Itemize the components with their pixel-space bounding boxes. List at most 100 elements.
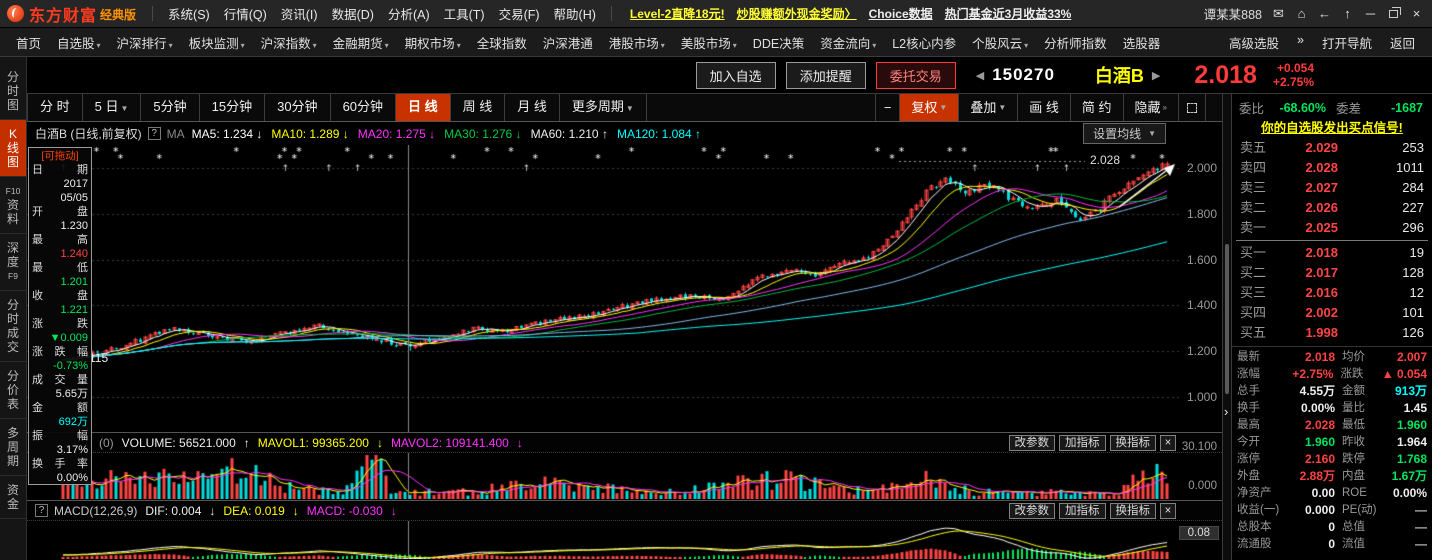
tool-画 线[interactable]: 画 线 bbox=[1018, 94, 1071, 121]
period-tab-5日[interactable]: 5 日▼ bbox=[83, 94, 142, 121]
pane-button-换指标[interactable]: 换指标 bbox=[1110, 435, 1157, 451]
period-tab-日线[interactable]: 日 线 bbox=[396, 94, 451, 121]
pane-button-改参数[interactable]: 改参数 bbox=[1009, 503, 1056, 519]
order-book-row[interactable]: 买四2.002101 bbox=[1232, 303, 1432, 323]
nav-item-金融期货[interactable]: 金融期货▾ bbox=[325, 33, 397, 52]
period-tab-周线[interactable]: 周 线 bbox=[451, 94, 506, 121]
menu-item[interactable]: 行情(Q) bbox=[217, 4, 274, 23]
pane-button-加指标[interactable]: 加指标 bbox=[1059, 435, 1106, 451]
sidebar-tab-K线图[interactable]: K线图 bbox=[0, 120, 26, 177]
menu-item[interactable]: 工具(T) bbox=[437, 4, 492, 23]
menu-item[interactable]: 系统(S) bbox=[161, 4, 217, 23]
period-tab-更多周期[interactable]: 更多周期▼ bbox=[560, 94, 647, 121]
order-book-row[interactable]: 卖三2.027284 bbox=[1232, 178, 1432, 198]
nav-item-资金流向[interactable]: 资金流向▾ bbox=[812, 33, 884, 52]
pane-close-button[interactable]: × bbox=[1160, 435, 1176, 451]
order-book-row[interactable]: 买五1.998126 bbox=[1232, 323, 1432, 343]
nav-more-chevron-icon[interactable]: » bbox=[1288, 33, 1313, 52]
nav-item-期权市场[interactable]: 期权市场▾ bbox=[397, 33, 469, 52]
minimize-icon[interactable]: ─ bbox=[1363, 6, 1378, 22]
pane-close-button[interactable]: × bbox=[1160, 503, 1176, 519]
nav-item-美股市场[interactable]: 美股市场▾ bbox=[673, 33, 745, 52]
tool-隐藏[interactable]: 隐藏» bbox=[1124, 94, 1179, 121]
nav-item-分析师指数[interactable]: 分析师指数 bbox=[1036, 33, 1115, 52]
nav-item-沪深指数[interactable]: 沪深指数▾ bbox=[253, 33, 325, 52]
close-icon[interactable]: × bbox=[1409, 6, 1424, 22]
period-tab-30分钟[interactable]: 30分钟 bbox=[265, 94, 330, 121]
pane-button-换指标[interactable]: 换指标 bbox=[1110, 503, 1157, 519]
menu-item[interactable]: 分析(A) bbox=[381, 4, 437, 23]
period-tab-5分钟[interactable]: 5分钟 bbox=[141, 94, 199, 121]
tool-−[interactable]: − bbox=[875, 94, 901, 121]
back-icon[interactable]: ← bbox=[1317, 6, 1332, 22]
sidebar-tab-F10资料[interactable]: F10资料 bbox=[0, 177, 26, 234]
prev-stock-icon[interactable]: ◀ bbox=[976, 69, 984, 82]
tool-简 约[interactable]: 简 约 bbox=[1071, 94, 1124, 121]
stat-label: 金额 bbox=[1342, 383, 1384, 400]
menu-item[interactable]: 帮助(H) bbox=[547, 4, 603, 23]
nav-back[interactable]: 返回 bbox=[1381, 33, 1424, 52]
nav-item-DDE决策[interactable]: DDE决策 bbox=[745, 33, 812, 52]
trade-button[interactable]: 委托交易 bbox=[876, 62, 956, 89]
nav-item-首页[interactable]: 首页 bbox=[8, 33, 49, 52]
menu-item[interactable]: 数据(D) bbox=[325, 4, 381, 23]
promo-link[interactable]: 热门基金近3月收益33% bbox=[945, 5, 1072, 22]
nav-item-沪深港通[interactable]: 沪深港通 bbox=[535, 33, 601, 52]
macd-canvas[interactable] bbox=[27, 521, 1222, 559]
top-icon[interactable]: ↑ bbox=[1340, 6, 1355, 22]
promo-link[interactable]: Choice数据 bbox=[869, 5, 933, 22]
tool-叠加[interactable]: 叠加▼ bbox=[959, 94, 1018, 121]
chevron-down-icon: » bbox=[1163, 95, 1167, 121]
scrollbar-thumb[interactable] bbox=[1225, 244, 1229, 394]
promo-link[interactable]: 炒股赚额外现金奖励〉 bbox=[737, 5, 857, 22]
menu-item[interactable]: 资讯(I) bbox=[274, 4, 325, 23]
nav-item-港股市场[interactable]: 港股市场▾ bbox=[601, 33, 673, 52]
pane-button-加指标[interactable]: 加指标 bbox=[1059, 503, 1106, 519]
tool-复权[interactable]: 复权▼ bbox=[900, 94, 959, 121]
nav-item-板块监测[interactable]: 板块监测▾ bbox=[181, 33, 253, 52]
period-tab-15分钟[interactable]: 15分钟 bbox=[200, 94, 265, 121]
add-alert-button[interactable]: 添加提醒 bbox=[786, 62, 866, 89]
collapse-arrow-icon[interactable]: › bbox=[1224, 404, 1228, 419]
promo-link[interactable]: Level-2直降18元! bbox=[630, 5, 725, 22]
period-tab-分时[interactable]: 分 时 bbox=[27, 94, 83, 121]
nav-item-自选股[interactable]: 自选股▾ bbox=[49, 33, 109, 52]
sidebar-tab-分价表[interactable]: 分价表 bbox=[0, 362, 26, 419]
nav-open-navigation[interactable]: 打开导航 bbox=[1313, 33, 1381, 52]
buy-signal-link[interactable]: 你的自选股发出买点信号! bbox=[1232, 118, 1432, 138]
sidebar-tab-多周期[interactable]: 多周期 bbox=[0, 419, 26, 476]
home-icon[interactable]: ⌂ bbox=[1294, 6, 1309, 22]
help-icon[interactable]: ? bbox=[35, 504, 48, 517]
sidebar-tab-资金[interactable]: 资金 bbox=[0, 476, 26, 519]
period-tab-60分钟[interactable]: 60分钟 bbox=[331, 94, 396, 121]
period-tab-月线[interactable]: 月 线 bbox=[505, 94, 560, 121]
order-book-row[interactable]: 卖五2.029253 bbox=[1232, 138, 1432, 158]
order-book-row[interactable]: 卖四2.0281011 bbox=[1232, 158, 1432, 178]
menu-item[interactable]: 交易(F) bbox=[492, 4, 547, 23]
sidebar-tab-分时图[interactable]: 分时图 bbox=[0, 63, 26, 120]
order-book-row[interactable]: 买一2.01819 bbox=[1232, 243, 1432, 263]
nav-item-个股风云[interactable]: 个股风云▾ bbox=[964, 33, 1036, 52]
restore-icon[interactable] bbox=[1386, 6, 1401, 22]
nav-item-advanced-pick[interactable]: 高级选股 bbox=[1220, 33, 1288, 52]
add-to-watchlist-button[interactable]: 加入自选 bbox=[696, 62, 776, 89]
order-book-row[interactable]: 买二2.017128 bbox=[1232, 263, 1432, 283]
tool-fullscreen[interactable] bbox=[1179, 94, 1206, 121]
nav-item-沪深排行[interactable]: 沪深排行▾ bbox=[109, 33, 181, 52]
sidebar-tab-分时成交[interactable]: 分时成交 bbox=[0, 291, 26, 362]
kline-info-panel[interactable]: [可拖动]日期201705/05开盘1.230最高1.240最低1.201收盘1… bbox=[28, 147, 92, 485]
order-book-row[interactable]: 买三2.01612 bbox=[1232, 283, 1432, 303]
volume-canvas[interactable] bbox=[27, 453, 1222, 499]
mail-icon[interactable]: ✉ bbox=[1271, 6, 1286, 22]
nav-item-全球指数[interactable]: 全球指数 bbox=[469, 33, 535, 52]
main-chart-canvas[interactable] bbox=[27, 145, 1222, 432]
nav-item-选股器[interactable]: 选股器 bbox=[1115, 33, 1169, 52]
order-book-row[interactable]: 卖二2.026227 bbox=[1232, 198, 1432, 218]
pane-button-改参数[interactable]: 改参数 bbox=[1009, 435, 1056, 451]
next-stock-icon[interactable]: ▶ bbox=[1152, 69, 1160, 82]
help-icon[interactable]: ? bbox=[148, 127, 161, 140]
nav-item-L2核心内参[interactable]: L2核心内参 bbox=[884, 33, 964, 52]
order-book-row[interactable]: 卖一2.025296 bbox=[1232, 218, 1432, 238]
sidebar-tab-深度F9[interactable]: 深度F9 bbox=[0, 234, 26, 291]
ma-settings-button[interactable]: 设置均线 ▼ bbox=[1083, 123, 1166, 144]
